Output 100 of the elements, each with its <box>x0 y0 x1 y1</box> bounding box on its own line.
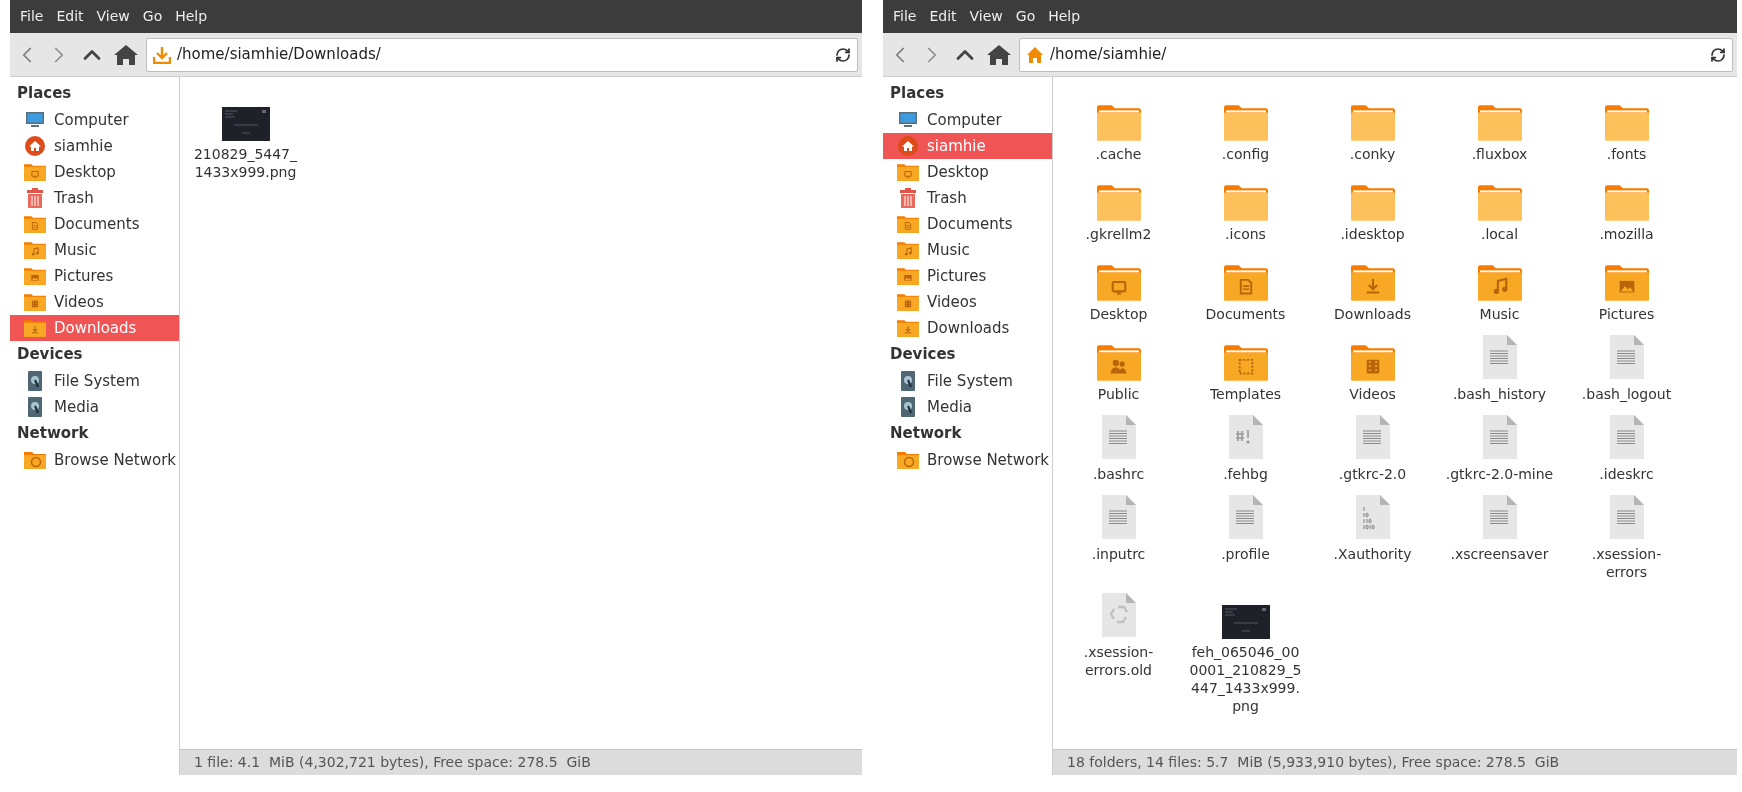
sidebar-heading: Places <box>889 83 946 105</box>
trash-icon <box>899 188 917 208</box>
sidebar-label: Computer <box>927 109 1002 131</box>
sidebar-item[interactable]: Videos <box>883 289 1052 315</box>
sidebar-item[interactable]: Browse Network <box>10 447 179 473</box>
menu-item[interactable]: Edit <box>923 6 963 27</box>
folder-icon <box>1477 105 1522 141</box>
file-name: Music <box>1479 305 1520 323</box>
sidebar-item[interactable]: Desktop <box>10 159 179 185</box>
sidebar-heading: Devices <box>16 344 84 366</box>
sidebar-item[interactable]: File System <box>10 368 179 394</box>
network-folder-icon <box>24 451 46 469</box>
file-name: .inputrc <box>1091 545 1146 563</box>
sidebar-item[interactable]: Pictures <box>10 263 179 289</box>
text-file-icon <box>1226 493 1265 541</box>
menu-item[interactable]: Edit <box>50 6 90 27</box>
sidebar-heading: Network <box>889 423 963 445</box>
menu-item[interactable]: File <box>887 6 923 27</box>
menu-item[interactable]: File <box>14 6 50 27</box>
sidebar-item[interactable]: Trash <box>883 185 1052 211</box>
network-folder-icon <box>897 451 919 469</box>
text-file-icon <box>1480 333 1519 381</box>
menu-item[interactable]: View <box>963 6 1009 27</box>
file-name: .bash_logout <box>1581 385 1672 403</box>
file-name: .Xauthority <box>1333 545 1412 563</box>
drive-icon <box>901 397 915 417</box>
sidebar-label: Browse Network <box>927 449 1049 471</box>
path-field[interactable]: /home/siamhie/Downloads/ <box>146 37 858 72</box>
sidebar-item[interactable]: Media <box>10 394 179 420</box>
sidebar-label: Videos <box>54 291 104 313</box>
status-text: 18 folders, 14 files: 5.7 MiB (5,933,910 bytes), Free space: 278.5 GiB <box>1067 753 1560 772</box>
sidebar-item[interactable]: Downloads <box>883 315 1052 341</box>
sidebar-label: Browse Network <box>54 449 176 471</box>
path-text: /home/siamhie/ <box>1050 44 1168 66</box>
file-name: .ideskrc <box>1599 465 1654 483</box>
menu-item[interactable]: Go <box>136 6 169 27</box>
folder-icon <box>1477 265 1522 301</box>
sidebar-item[interactable]: Media <box>883 394 1052 420</box>
path-field[interactable]: /home/siamhie/ <box>1019 37 1733 72</box>
folder-icon <box>1223 185 1268 221</box>
sidebar-item[interactable]: Music <box>883 237 1052 263</box>
computer-icon <box>26 112 44 128</box>
file-name: .icons <box>1225 225 1266 243</box>
sidebar-item[interactable]: Documents <box>883 211 1052 237</box>
computer-icon <box>899 112 917 128</box>
sidebar-label: Trash <box>54 187 94 209</box>
folder-icon <box>24 163 46 181</box>
file-name: .mozilla <box>1599 225 1654 243</box>
file-name: .cache <box>1095 145 1142 163</box>
sidebar-item[interactable]: Desktop <box>883 159 1052 185</box>
folder-icon <box>1604 105 1649 141</box>
folder-icon <box>1223 265 1268 301</box>
folder-icon <box>897 241 919 259</box>
sidebar-item[interactable]: Browse Network <box>883 447 1052 473</box>
sidebar-item[interactable]: Pictures <box>883 263 1052 289</box>
sidebar-item[interactable]: File System <box>883 368 1052 394</box>
menu-item[interactable]: Go <box>1009 6 1042 27</box>
script-file-icon <box>1226 413 1265 461</box>
folder-icon <box>1096 105 1141 141</box>
file-name: .conky <box>1349 145 1396 163</box>
sidebar-item[interactable]: Videos <box>10 289 179 315</box>
folder-icon <box>1096 265 1141 301</box>
refresh-icon[interactable] <box>835 46 851 63</box>
file-name: Downloads <box>1334 305 1411 323</box>
menu-item[interactable]: Help <box>1042 6 1087 27</box>
file-name: .fluxbox <box>1471 145 1528 163</box>
drive-icon <box>28 371 42 391</box>
menu-item[interactable]: View <box>90 6 136 27</box>
text-file-icon <box>1480 493 1519 541</box>
folder-icon <box>1350 265 1395 301</box>
folder-icon <box>24 215 46 233</box>
drive-icon <box>901 371 915 391</box>
download-icon <box>153 45 171 64</box>
sidebar-label: siamhie <box>927 135 986 157</box>
text-file-icon <box>1099 493 1138 541</box>
sidebar-label: Downloads <box>54 317 137 339</box>
text-file-icon <box>1353 413 1392 461</box>
sidebar-label: Pictures <box>927 265 987 287</box>
sidebar-item[interactable]: Computer <box>883 107 1052 133</box>
menu-item[interactable]: Help <box>169 6 214 27</box>
recycle-file-icon <box>1099 591 1138 639</box>
sidebar-item[interactable]: Computer <box>10 107 179 133</box>
home-icon <box>114 44 138 65</box>
sidebar-label: Desktop <box>54 161 116 183</box>
sidebar-item[interactable]: siamhie <box>10 133 179 159</box>
sidebar-item[interactable]: Trash <box>10 185 179 211</box>
sidebar-label: Videos <box>927 291 977 313</box>
folder-icon <box>1223 105 1268 141</box>
sidebar-item[interactable]: Music <box>10 237 179 263</box>
file-name: .bash_history <box>1452 385 1547 403</box>
text-file-icon <box>1607 493 1646 541</box>
file-name: .gtkrc-2.0-mine <box>1445 465 1554 483</box>
file-name: .xsession- errors.old <box>1083 643 1154 679</box>
file-name: .fehbg <box>1223 465 1268 483</box>
file-name: Videos <box>1349 385 1396 403</box>
sidebar-item[interactable]: Documents <box>10 211 179 237</box>
refresh-icon[interactable] <box>1710 46 1726 63</box>
folder-icon <box>24 267 46 285</box>
file-name: 210829_5447_ 1433x999.png <box>193 145 298 181</box>
sidebar-heading: Network <box>16 423 90 445</box>
